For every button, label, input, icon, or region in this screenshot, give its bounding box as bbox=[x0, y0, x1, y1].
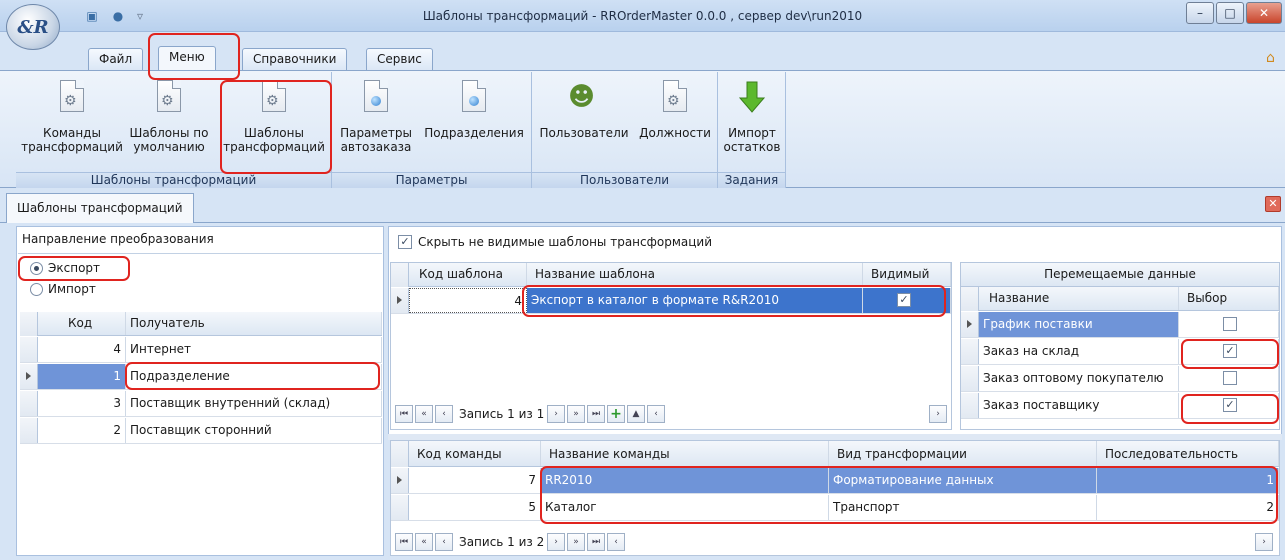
col-command-name[interactable]: Название команды bbox=[541, 441, 829, 466]
col-transform-kind[interactable]: Вид трансформации bbox=[829, 441, 1097, 466]
scroll-left-icon[interactable]: ‹ bbox=[647, 405, 665, 423]
next-record-icon[interactable]: › bbox=[547, 405, 565, 423]
users-button[interactable]: ☻ Пользователи bbox=[536, 80, 632, 140]
group-caption: Задания bbox=[718, 172, 785, 188]
close-tab-icon[interactable]: ✕ bbox=[1265, 196, 1281, 212]
col-code[interactable]: Код bbox=[38, 312, 126, 335]
table-row[interactable]: 7 RR2010 Форматирование данных 1 bbox=[391, 468, 1279, 494]
radio-import-circle[interactable] bbox=[30, 283, 43, 296]
table-row[interactable]: 3 Поставщик внутренний (склад) bbox=[20, 391, 382, 417]
table-row[interactable]: 2 Поставщик сторонний bbox=[20, 418, 382, 444]
title-bar: Шаблоны трансформаций - RROrderMaster 0.… bbox=[0, 0, 1285, 32]
group-caption: Параметры bbox=[332, 172, 531, 188]
radio-export[interactable]: Экспорт bbox=[26, 260, 126, 278]
recipient-grid-header: Код Получатель bbox=[20, 312, 382, 336]
home-icon[interactable]: ⌂ bbox=[1266, 50, 1275, 66]
doc-blue-icon bbox=[469, 96, 479, 106]
choice-check[interactable] bbox=[1223, 317, 1237, 331]
table-row[interactable]: График поставки bbox=[961, 312, 1279, 338]
col-visible[interactable]: Видимый bbox=[863, 263, 951, 286]
up-icon[interactable]: ▲ bbox=[627, 405, 645, 423]
prev-record-icon[interactable]: ‹ bbox=[435, 533, 453, 551]
next-page-fast-icon[interactable]: » bbox=[567, 405, 585, 423]
direction-title: Направление преобразования bbox=[22, 232, 214, 246]
first-page-icon[interactable]: ⏮ bbox=[395, 405, 413, 423]
scroll-right-icon[interactable]: › bbox=[1255, 533, 1273, 551]
prev-record-icon[interactable]: ‹ bbox=[435, 405, 453, 423]
add-record-icon[interactable]: + bbox=[607, 405, 625, 423]
templates-grid: Код шаблона Название шаблона Видимый 4 Э… bbox=[390, 262, 952, 430]
choice-check[interactable] bbox=[1223, 371, 1237, 385]
moved-data-header: Название Выбор bbox=[961, 287, 1279, 311]
radio-import[interactable]: Импорт bbox=[26, 281, 126, 299]
group-caption: Шаблоны трансформаций bbox=[16, 172, 331, 188]
tab-service[interactable]: Сервис bbox=[366, 48, 433, 70]
quick-access-save-icon[interactable]: ▣ bbox=[84, 8, 100, 24]
moved-data-title: Перемещаемые данные bbox=[961, 263, 1279, 287]
scroll-left-icon[interactable]: ‹ bbox=[607, 533, 625, 551]
hide-invisible-checkbox[interactable]: ✓ Скрыть не видимые шаблоны трансформаци… bbox=[398, 234, 758, 252]
default-templates-button[interactable]: ⚙ Шаблоны по умолчанию bbox=[126, 80, 212, 154]
gear-icon: ⚙ bbox=[64, 93, 77, 109]
gear-icon: ⚙ bbox=[266, 93, 279, 109]
gear-icon: ⚙ bbox=[667, 93, 680, 109]
tab-file[interactable]: Файл bbox=[88, 48, 144, 70]
table-row[interactable]: 4 Интернет bbox=[20, 337, 382, 363]
col-template-name[interactable]: Название шаблона bbox=[527, 263, 863, 286]
commands-grid-header: Код команды Название команды Вид трансфо… bbox=[391, 441, 1279, 467]
document-tab[interactable]: Шаблоны трансформаций bbox=[6, 193, 194, 223]
last-page-icon[interactable]: ⏭ bbox=[587, 533, 605, 551]
col-data-name[interactable]: Название bbox=[979, 287, 1179, 310]
quick-access-dropdown-icon[interactable]: ▿ bbox=[132, 8, 148, 24]
choice-check[interactable]: ✓ bbox=[1223, 344, 1237, 358]
col-choice[interactable]: Выбор bbox=[1179, 287, 1279, 310]
import-stock-button[interactable]: Импорт остатков bbox=[722, 80, 782, 154]
commands-navigator: ⏮ « ‹ Запись 1 из 2 › » ⏭ ‹ › bbox=[395, 533, 1275, 553]
templates-button[interactable]: ⚙ Шаблоны трансформаций bbox=[220, 80, 328, 154]
col-recipient[interactable]: Получатель bbox=[126, 312, 382, 335]
table-row[interactable]: 1 Подразделение bbox=[20, 364, 382, 390]
tab-directories[interactable]: Справочники bbox=[242, 48, 348, 70]
templates-navigator: ⏮ « ‹ Запись 1 из 1 › » ⏭ + ▲ ‹ › bbox=[395, 405, 947, 425]
users-icon: ☻ bbox=[568, 82, 596, 112]
gear-icon: ⚙ bbox=[161, 93, 174, 109]
scroll-right-icon[interactable]: › bbox=[929, 405, 947, 423]
table-row[interactable]: 5 Каталог Транспорт 2 bbox=[391, 495, 1279, 521]
choice-check[interactable]: ✓ bbox=[1223, 398, 1237, 412]
prev-page-fast-icon[interactable]: « bbox=[415, 533, 433, 551]
positions-button[interactable]: ⚙ Должности bbox=[636, 80, 714, 140]
table-row[interactable]: Заказ поставщику ✓ bbox=[961, 393, 1279, 419]
help-icon[interactable]: ● bbox=[110, 8, 126, 24]
last-page-icon[interactable]: ⏭ bbox=[587, 405, 605, 423]
commands-grid: Код команды Название команды Вид трансфо… bbox=[390, 440, 1280, 556]
next-page-fast-icon[interactable]: » bbox=[567, 533, 585, 551]
tab-menu[interactable]: Меню bbox=[158, 46, 216, 71]
visible-check[interactable]: ✓ bbox=[897, 293, 911, 307]
col-template-code[interactable]: Код шаблона bbox=[409, 263, 527, 286]
window-title: Шаблоны трансформаций - RROrderMaster 0.… bbox=[422, 9, 863, 23]
app-logo[interactable]: &R bbox=[6, 4, 60, 50]
autoorder-params-button[interactable]: Параметры автозаказа bbox=[336, 80, 416, 154]
arrow-down-icon bbox=[738, 81, 766, 113]
templates-grid-header: Код шаблона Название шаблона Видимый bbox=[391, 263, 951, 287]
first-page-icon[interactable]: ⏮ bbox=[395, 533, 413, 551]
next-record-icon[interactable]: › bbox=[547, 533, 565, 551]
group-caption: Пользователи bbox=[532, 172, 717, 188]
table-row[interactable]: Заказ на склад ✓ bbox=[961, 339, 1279, 365]
radio-export-circle[interactable] bbox=[30, 262, 43, 275]
recipient-grid: Код Получатель 4 Интернет 1 Подразделени… bbox=[20, 312, 382, 552]
departments-button[interactable]: Подразделения bbox=[420, 80, 528, 140]
table-row[interactable]: 4 Экспорт в каталог в формате R&R2010 ✓ bbox=[391, 288, 951, 314]
prev-page-fast-icon[interactable]: « bbox=[415, 405, 433, 423]
col-sequence[interactable]: Последовательность bbox=[1097, 441, 1279, 466]
hide-invisible-check[interactable]: ✓ bbox=[398, 235, 412, 249]
commands-button[interactable]: ⚙ Команды трансформаций bbox=[20, 80, 124, 154]
col-command-code[interactable]: Код команды bbox=[409, 441, 541, 466]
maximize-icon[interactable]: □ bbox=[1216, 2, 1244, 24]
moved-data-grid: Перемещаемые данные Название Выбор Графи… bbox=[960, 262, 1280, 430]
minimize-icon[interactable]: – bbox=[1186, 2, 1214, 24]
doc-blue-icon bbox=[371, 96, 381, 106]
close-icon[interactable]: ✕ bbox=[1246, 2, 1282, 24]
table-row[interactable]: Заказ оптовому покупателю bbox=[961, 366, 1279, 392]
